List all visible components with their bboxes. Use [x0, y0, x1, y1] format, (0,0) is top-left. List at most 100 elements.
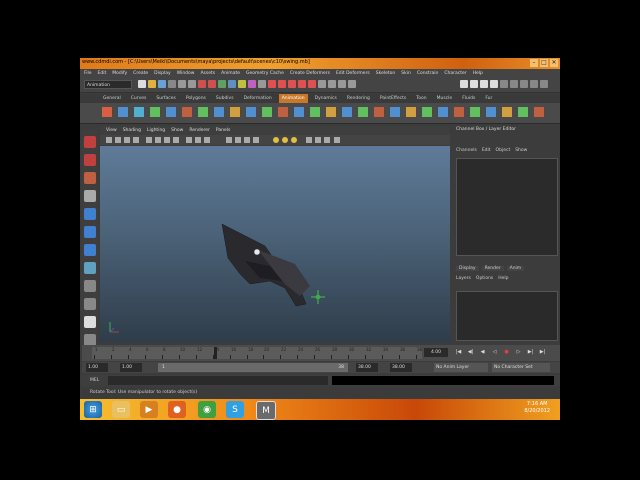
bat-character[interactable] — [221, 223, 310, 307]
select-hierarchy-icon[interactable] — [168, 80, 176, 88]
graph-editor-icon[interactable] — [438, 107, 448, 117]
ipr-render-icon[interactable] — [480, 80, 488, 88]
vp-menu-shading[interactable]: Shading — [123, 126, 141, 135]
scale-constraint-icon[interactable] — [390, 107, 400, 117]
snap-grid-icon[interactable] — [268, 80, 276, 88]
go-to-start-icon[interactable]: |◀ — [454, 348, 463, 357]
point-on-curve-icon[interactable] — [278, 107, 288, 117]
explorer-icon[interactable]: ▭ — [112, 401, 130, 418]
input-icon[interactable] — [328, 80, 336, 88]
pole-vector-icon[interactable] — [422, 107, 432, 117]
use-all-lights-icon[interactable] — [273, 137, 279, 143]
step-back-key-icon[interactable]: ◀| — [466, 348, 475, 357]
resolution-gate-icon[interactable] — [164, 137, 170, 143]
grid-icon[interactable] — [146, 137, 152, 143]
move-tool-icon[interactable] — [84, 190, 96, 202]
shelf-tab-dynamics[interactable]: Dynamics — [312, 94, 340, 103]
attribute-editor-icon[interactable] — [500, 80, 508, 88]
chrome-icon[interactable]: ◉ — [198, 401, 216, 418]
high-quality-icon[interactable] — [291, 137, 297, 143]
shelf-tab-animation[interactable]: Animation — [278, 94, 308, 103]
menu-geometry-cache[interactable]: Geometry Cache — [246, 69, 284, 78]
minimize-button[interactable]: – — [530, 59, 538, 67]
channel-tab-channels[interactable]: Channels — [456, 148, 477, 153]
render-view-icon[interactable] — [460, 80, 468, 88]
skype-icon[interactable]: S — [226, 401, 244, 418]
shelf-tab-painteffects[interactable]: PaintEffects — [377, 94, 409, 103]
select-object-icon[interactable] — [178, 80, 186, 88]
hypergraph-icon[interactable] — [486, 107, 496, 117]
menu-help[interactable]: Help — [473, 69, 483, 78]
field-chart-icon[interactable] — [186, 137, 192, 143]
mode-selector[interactable]: Animation — [84, 80, 132, 89]
vp-menu-show[interactable]: Show — [171, 126, 183, 135]
rotate-manipulator[interactable] — [311, 290, 325, 304]
menu-display[interactable]: Display — [154, 69, 171, 78]
shelf-tab-muscle[interactable]: Muscle — [434, 94, 456, 103]
dope-sheet-icon[interactable] — [454, 107, 464, 117]
safe-title-icon[interactable] — [204, 137, 210, 143]
motion-path-icon[interactable] — [294, 107, 304, 117]
blend-shape-icon[interactable] — [198, 107, 208, 117]
maximize-button[interactable]: □ — [540, 59, 548, 67]
last-tool-icon[interactable] — [84, 298, 96, 310]
camera-attr-icon[interactable] — [115, 137, 121, 143]
shelf-tab-rendering[interactable]: Rendering — [344, 94, 373, 103]
modeling-toolkit-icon[interactable] — [530, 80, 538, 88]
select-deformations-icon[interactable] — [228, 80, 236, 88]
menu-edit-deformers[interactable]: Edit Deformers — [336, 69, 370, 78]
set-key-icon[interactable] — [102, 107, 112, 117]
shelf-tab-toon[interactable]: Toon — [413, 94, 429, 103]
layer-menu-help[interactable]: Help — [498, 276, 508, 281]
shelf-tab-deformation[interactable]: Deformation — [241, 94, 275, 103]
layer-tab-display[interactable]: Display — [456, 266, 479, 271]
shelf-tab-fluids[interactable]: Fluids — [459, 94, 478, 103]
select-component-icon[interactable] — [188, 80, 196, 88]
select-curves-icon[interactable] — [208, 80, 216, 88]
ik-spline-icon[interactable] — [134, 107, 144, 117]
menu-modify[interactable]: Modify — [112, 69, 127, 78]
character-set-dropdown[interactable]: No Character Set — [492, 363, 550, 372]
range-bar[interactable]: 1 38 — [158, 363, 348, 372]
channel-list[interactable] — [456, 158, 558, 256]
trax-editor-icon[interactable] — [470, 107, 480, 117]
close-button[interactable]: ✕ — [550, 59, 558, 67]
menu-assets[interactable]: Assets — [200, 69, 215, 78]
media-player-icon[interactable]: ▶ — [140, 401, 158, 418]
playback-end-field[interactable]: 38.00 — [356, 363, 378, 372]
shelf-tab-subdivs[interactable]: Subdivs — [213, 94, 237, 103]
playblast-icon[interactable] — [518, 107, 528, 117]
camera-select-icon[interactable] — [106, 137, 112, 143]
ghost-icon[interactable] — [310, 107, 320, 117]
render-settings-icon[interactable] — [490, 80, 498, 88]
end-time-field[interactable]: 38.00 — [390, 363, 412, 372]
step-forward-icon[interactable]: ▶| — [526, 348, 535, 357]
channel-tab-edit[interactable]: Edit — [482, 148, 491, 153]
menu-edit[interactable]: Edit — [98, 69, 107, 78]
step-back-icon[interactable]: ◀ — [478, 348, 487, 357]
perspective-viewport[interactable] — [100, 146, 450, 342]
gate-mask-icon[interactable] — [173, 137, 179, 143]
shelf-tab-polygons[interactable]: Polygons — [183, 94, 209, 103]
snap-curve-icon[interactable] — [278, 80, 286, 88]
cluster-icon[interactable] — [182, 107, 192, 117]
select-rendering-icon[interactable] — [248, 80, 256, 88]
joint-icon[interactable] — [150, 107, 160, 117]
layer-menu-options[interactable]: Options — [476, 276, 493, 281]
shelf-tab-curves[interactable]: Curves — [128, 94, 150, 103]
play-forward-icon[interactable]: ▷ — [514, 348, 523, 357]
go-to-end-icon[interactable]: ▶| — [538, 348, 547, 357]
menu-character[interactable]: Character — [444, 69, 466, 78]
menu-window[interactable]: Window — [177, 69, 195, 78]
time-slider-track[interactable]: 1 2 4 6 8 10 12 14 16 18 20 22 24 26 28 30 32 34 36 38 — [92, 347, 422, 359]
command-input[interactable] — [108, 376, 328, 385]
smooth-shade-icon[interactable] — [235, 137, 241, 143]
wrap-icon[interactable] — [214, 107, 224, 117]
menu-animate[interactable]: Animate — [221, 69, 240, 78]
shelf-tab-surfaces[interactable]: Surfaces — [153, 94, 179, 103]
parent-constraint-icon[interactable] — [342, 107, 352, 117]
menu-constrain[interactable]: Constrain — [417, 69, 439, 78]
layer-tab-render[interactable]: Render — [481, 266, 504, 271]
output-icon[interactable] — [338, 80, 346, 88]
select-joints-icon[interactable] — [198, 80, 206, 88]
